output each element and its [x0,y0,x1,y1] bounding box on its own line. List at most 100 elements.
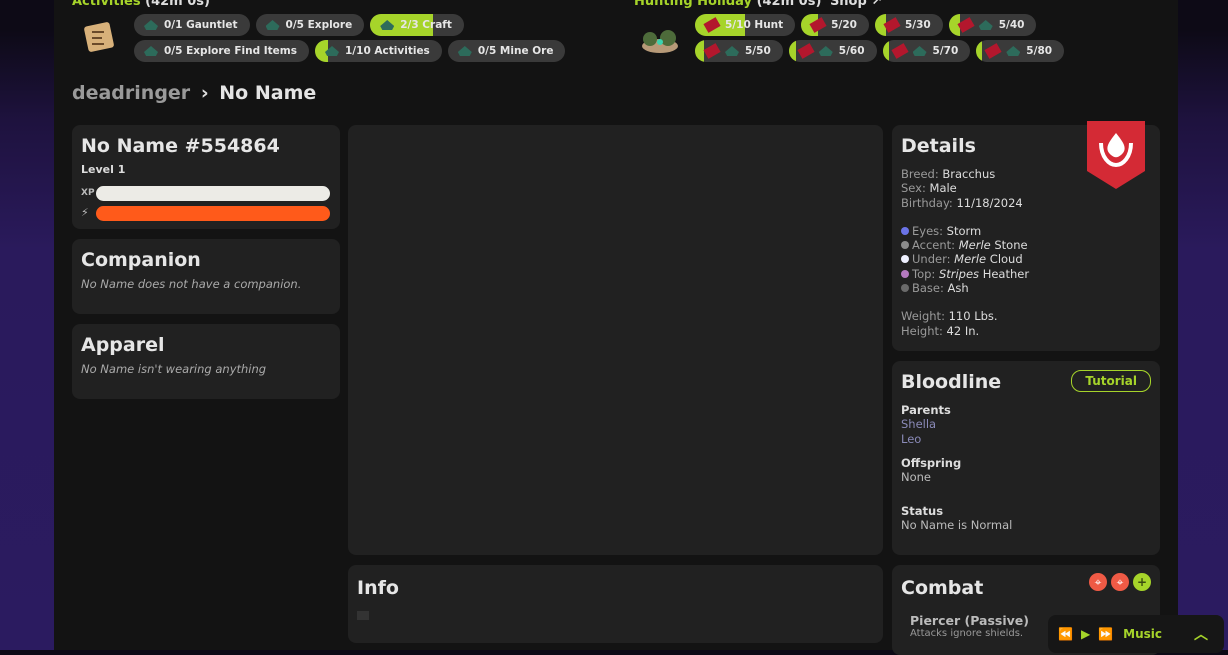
quest-label: 5/50 [745,45,771,57]
ticket-icon [957,17,975,33]
gene-label: Accent: [912,238,956,253]
ticket-icon [797,43,815,59]
quest-label: 0/5 Explore Find Items [164,45,297,57]
height-label: Height: [901,323,943,338]
details-card: Details Breed: Bracchus Sex: Male Birthd… [892,121,1160,351]
gem-icon [265,20,280,30]
birthday-label: Birthday: [901,195,953,210]
breed-label: Breed: [901,167,939,181]
color-swatch-icon [901,255,909,264]
companion-text: No Name does not have a companion. [81,277,302,291]
quest-pill[interactable]: 1/10 Activities [315,40,442,62]
quest-label: 5/30 [904,19,931,31]
shop-link[interactable]: Shop ↗ [830,0,882,9]
breadcrumb-user[interactable]: deadringer [72,82,190,104]
gene-color: Heather [982,266,1030,281]
gene-pattern: Stripes [938,266,980,281]
energy-bar [96,206,330,221]
activities-header: Activities (42m 0s) [72,0,210,9]
parent-link[interactable]: Leo [901,432,1151,447]
hunting-pills: 5/10 Hunt 5/20 5/30 5/40 5/50 5/60 5/70 5/80 [695,14,1095,62]
gene-row: Eyes: Storm [901,224,1151,238]
page: Activities (42m 0s) 0/1 Gauntlet 0/5 Expl… [54,0,1178,655]
quest-pill[interactable]: 5/50 [695,40,783,62]
breadcrumb-current: No Name [219,82,317,104]
weight-value: 110 Lbs. [948,309,998,324]
hunting-title: Hunting Holiday [634,0,753,9]
gene-pattern: Merle [958,238,991,253]
xp-bar-fill [96,186,330,201]
energy-icon: ⚡ [81,206,89,219]
quest-pill[interactable]: 0/5 Explore Find Items [134,40,309,62]
quest-pill[interactable]: 5/70 [882,40,971,62]
fast-forward-icon[interactable]: ⏩ [1098,627,1113,641]
quest-pill[interactable]: 5/20 [801,14,869,36]
quest-pill[interactable]: 0/1 Gauntlet [134,14,250,36]
gene-label: Base: [912,281,944,296]
gem-icon [818,46,833,56]
sex-label: Sex: [901,181,926,196]
status-value: No Name is Normal [901,518,1013,532]
gem-icon [457,46,472,56]
rewind-icon[interactable]: ⏪ [1058,627,1073,641]
quest-pill[interactable]: 5/60 [788,40,877,62]
gene-label: Under: [912,252,951,267]
gem-icon [144,20,158,30]
flag-icon[interactable] [357,611,369,620]
quest-pill[interactable]: 5/10 Hunt [695,14,796,36]
xp-label: XP [81,188,95,198]
breed-value: Bracchus [942,167,996,181]
parent-link[interactable]: Shella [901,417,1151,432]
quest-pill[interactable]: 5/80 [976,40,1065,62]
gene-row: Top: Stripes Heather [901,267,1151,281]
quest-pill[interactable]: 5/40 [948,14,1037,36]
offspring-label: Offspring [901,456,962,470]
quest-label: 5/20 [831,19,857,31]
gene-color: Cloud [989,252,1023,267]
color-swatch-icon [901,284,909,293]
quest-pill[interactable]: 0/5 Mine Ore [447,40,566,62]
gene-row: Under: Merle Cloud [901,252,1151,266]
gem-icon [978,20,993,30]
quest-label: 1/10 Activities [345,45,430,57]
quest-pill[interactable]: 2/3 Craft [370,14,464,36]
target-icon[interactable]: ⌖ [1111,573,1129,591]
quest-label: 0/5 Mine Ore [477,45,554,57]
bloodline-card: Bloodline Tutorial Parents Shella Leo Of… [892,361,1160,555]
gene-color: Ash [947,281,969,296]
gem-icon [144,46,158,56]
quest-label: 5/40 [998,19,1025,31]
quest-progress-fill [788,40,797,62]
target-icon[interactable]: ⌖ [1089,573,1107,591]
height-value: 42 In. [946,323,980,338]
gene-label: Eyes: [912,223,944,238]
parents-label: Parents [901,403,951,417]
quest-label: 5/60 [838,45,865,57]
gene-row: Accent: Merle Stone [901,238,1151,252]
add-icon[interactable]: + [1133,573,1151,591]
quest-pill[interactable]: 5/30 [874,14,943,36]
apparel-card: Apparel No Name isn't wearing anything [72,324,340,399]
gene-color: Stone [994,238,1028,253]
gene-color: Storm [946,223,982,238]
status-label: Status [901,504,944,518]
quest-label: 5/80 [1026,45,1053,57]
level-label: Level 1 [81,163,126,176]
chevron-right-icon: › [200,82,209,104]
chevron-up-icon[interactable]: ︿ [1194,624,1208,644]
ticket-icon [984,43,1002,59]
ticket-icon [703,43,721,59]
quest-label: 5/70 [932,45,959,57]
quest-progress-fill [695,40,704,62]
color-swatch-icon [901,269,909,278]
play-icon[interactable]: ▶ [1081,627,1090,641]
gene-pattern: Merle [954,252,987,267]
pet-image-panel [348,125,883,555]
quest-pill[interactable]: 0/5 Explore [255,14,365,36]
activities-pills: 0/1 Gauntlet 0/5 Explore 2/3 Craft 0/5 Expl… [134,14,604,62]
quest-label: 0/5 Explore [285,19,353,31]
gem-icon [1006,46,1021,56]
tutorial-button[interactable]: Tutorial [1071,370,1151,392]
weight-label: Weight: [901,309,945,324]
activities-title: Activities [72,0,141,9]
